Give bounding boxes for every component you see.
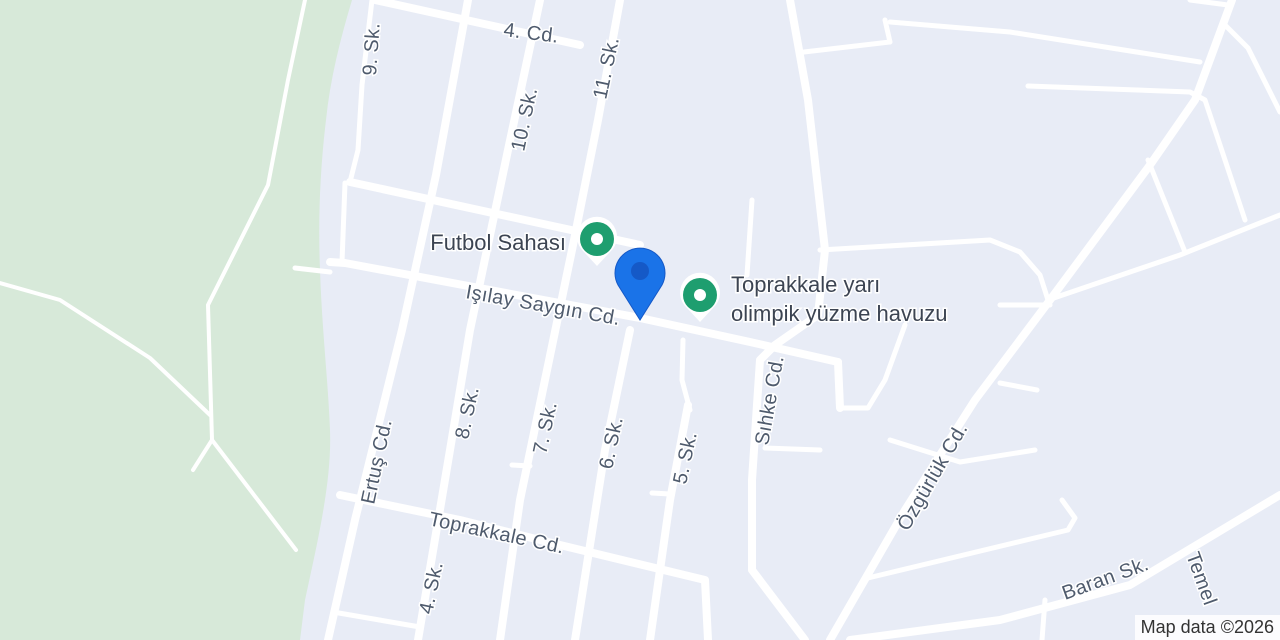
poi-pin-icon — [680, 272, 720, 322]
street-label-islay-saygin-cd: Işılay Saygın Cd. — [464, 281, 622, 330]
street-label-toprakkale-cd: Toprakkale Cd. — [427, 508, 566, 558]
map-attribution: Map data ©2026 — [1134, 615, 1280, 640]
street-label-9-sk: 9. Sk. — [359, 22, 385, 76]
poi-pin-icon — [577, 216, 618, 266]
street-label-5-sk: 5. Sk. — [669, 430, 702, 486]
street-label-ozgurluk-cd: Özgürlük Cd. — [893, 419, 972, 534]
street-label-7-sk: 7. Sk. — [529, 400, 562, 456]
map-layer[interactable]: 4. Cd. 9. Sk. 10. Sk. 11. Sk. Işılay Say… — [0, 0, 1280, 640]
map-canvas[interactable]: 4. Cd. 9. Sk. 10. Sk. 11. Sk. Işılay Say… — [0, 0, 1280, 640]
street-label-11-sk: 11. Sk. — [589, 35, 624, 101]
poi-marker-futbol-sahasi[interactable]: Futbol Sahası — [429, 216, 618, 266]
street-label-6-sk: 6. Sk. — [595, 415, 628, 471]
street-label-ertus-cd: Ertuş Cd. — [357, 417, 396, 506]
park-area — [0, 0, 352, 640]
street-label-4-sk: 4. Sk. — [415, 560, 448, 616]
street-label-4-cd: 4. Cd. — [502, 19, 559, 48]
location-pin-icon[interactable] — [614, 247, 666, 321]
poi-marker-yuzme-havuzu[interactable]: Toprakkale yarı olimpik yüzme havuzu — [680, 271, 949, 328]
street-label-10-sk: 10. Sk. — [507, 86, 542, 154]
poi-label-havuz-line2: olimpik yüzme havuzu — [731, 301, 947, 326]
poi-label-havuz-line1: Toprakkale yarı — [731, 272, 880, 297]
poi-label-futbol-sahasi: Futbol Sahası — [430, 230, 566, 255]
street-label-temel: Temel — [1181, 549, 1220, 608]
